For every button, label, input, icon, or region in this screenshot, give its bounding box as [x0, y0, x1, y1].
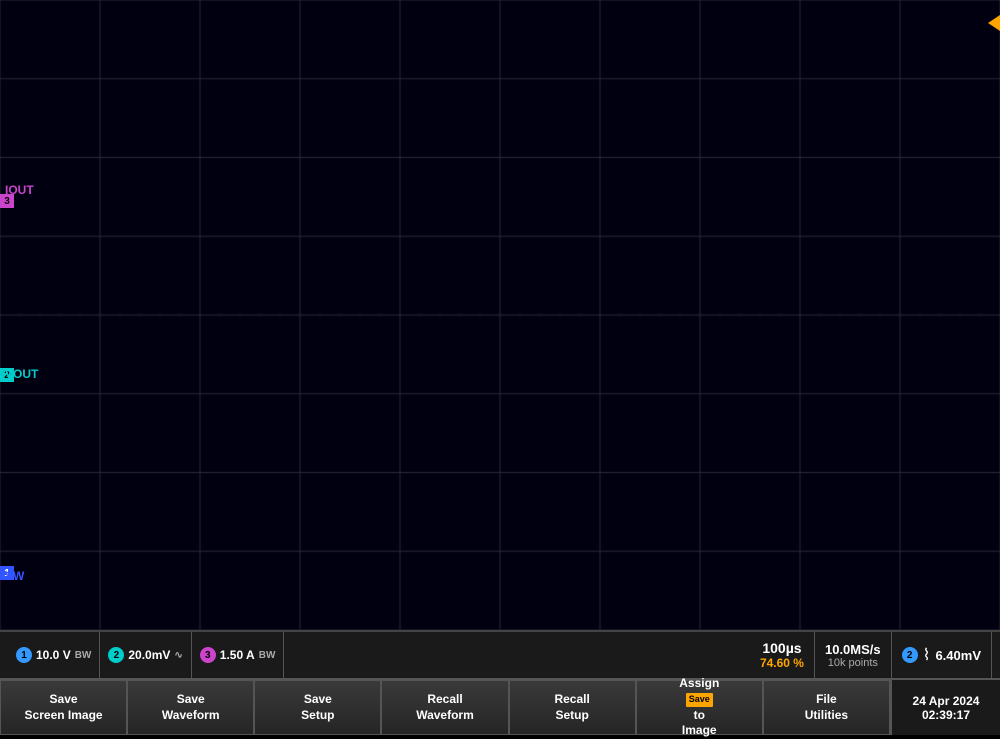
sample-points: 10k points [828, 657, 878, 669]
timebase-section: 100µs 74.60 % [750, 632, 815, 678]
ch3-indicator: 3 [200, 647, 216, 663]
oscilloscope-screen: 3 2 1 IOUT VOUT SW [0, 0, 1000, 630]
trigger-section: 2 ⌇ 6.40mV [892, 632, 992, 678]
ch2-bw-icon: ∿ [174, 650, 182, 661]
time-display: 02:39:17 [922, 708, 970, 722]
sample-section: 10.0MS/s 10k points [815, 632, 892, 678]
ch1-status: 1 10.0 V BW [8, 632, 100, 678]
trig-symbol: ⌇ [923, 645, 931, 665]
ch3-label: IOUT [2, 182, 37, 198]
ch2-scale: 20.0mV [128, 648, 170, 662]
ch3-bw-icon: BW [259, 650, 276, 661]
recall-waveform-label: RecallWaveform [416, 692, 474, 723]
recall-setup-label: RecallSetup [554, 692, 589, 723]
file-utilities-label: FileUtilities [805, 692, 848, 723]
save-screen-image-label: SaveScreen Image [25, 692, 103, 723]
ch1-bw-icon: BW [75, 650, 92, 661]
date-display: 24 Apr 2024 [913, 694, 980, 708]
datetime-display: 24 Apr 2024 02:39:17 [890, 680, 1000, 735]
assign-image-label: Assign Save toImage [679, 676, 719, 738]
trigger-arrow [988, 15, 1000, 31]
save-setup-button[interactable]: SaveSetup [254, 680, 381, 735]
sample-rate: 10.0MS/s [825, 642, 881, 657]
trig-ch-indicator: 2 [902, 647, 918, 663]
recall-setup-button[interactable]: RecallSetup [509, 680, 636, 735]
ch2-status: 2 20.0mV ∿ [100, 632, 191, 678]
save-setup-label: SaveSetup [301, 692, 334, 723]
save-badge: Save [686, 693, 713, 707]
assign-image-button[interactable]: Assign Save toImage [636, 680, 763, 735]
save-waveform-button[interactable]: SaveWaveform [127, 680, 254, 735]
button-bar: SaveScreen Image SaveWaveform SaveSetup … [0, 678, 1000, 735]
grid-canvas [0, 0, 1000, 630]
ch1-scale: 10.0 V [36, 648, 71, 662]
ch2-label: VOUT [2, 366, 41, 382]
ch3-scale: 1.50 A [220, 648, 255, 662]
ch1-label: SW [2, 568, 27, 584]
recall-waveform-button[interactable]: RecallWaveform [381, 680, 508, 735]
timebase-value: 100µs [762, 640, 801, 656]
trigger-pct: 74.60 % [760, 656, 804, 670]
oscilloscope: 3 2 1 IOUT VOUT SW 1 10.0 V BW 2 20.0mV … [0, 0, 1000, 735]
file-utilities-button[interactable]: FileUtilities [763, 680, 890, 735]
ch1-indicator: 1 [16, 647, 32, 663]
ch3-status: 3 1.50 A BW [192, 632, 285, 678]
status-bar: 1 10.0 V BW 2 20.0mV ∿ 3 1.50 A BW 100µs… [0, 630, 1000, 678]
save-waveform-label: SaveWaveform [162, 692, 220, 723]
save-screen-image-button[interactable]: SaveScreen Image [0, 680, 127, 735]
trig-level: 6.40mV [935, 648, 981, 663]
ch2-indicator: 2 [108, 647, 124, 663]
